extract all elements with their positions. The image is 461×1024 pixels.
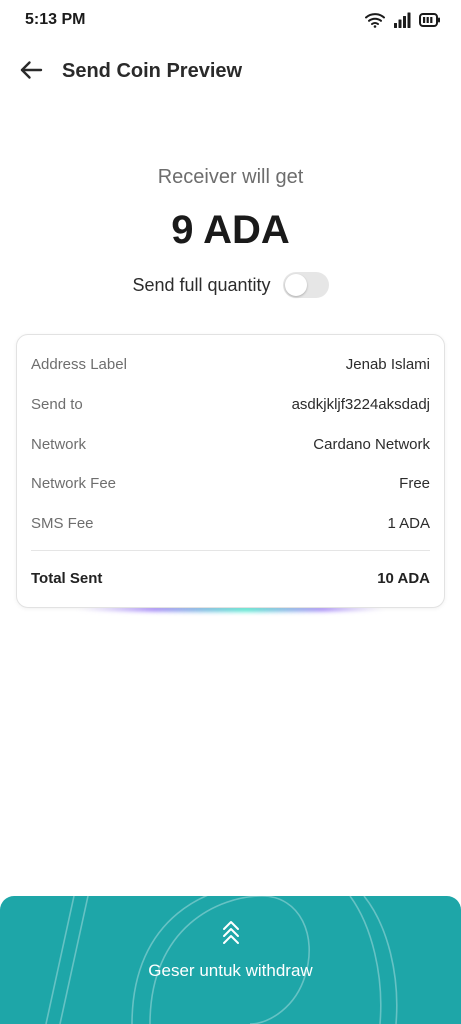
detail-label: Network [31, 435, 87, 453]
detail-row-sms-fee: SMS Fee 1 ADA [31, 504, 430, 544]
chevrons-up-icon [221, 920, 241, 953]
details-card-wrapper: Address Label Jenab Islami Send to asdkj… [16, 334, 445, 613]
total-row: Total Sent 10 ADA [31, 557, 430, 599]
details-card: Address Label Jenab Islami Send to asdkj… [16, 334, 445, 609]
detail-label: Network Fee [31, 475, 117, 493]
status-bar: 5:13 PM [0, 0, 461, 42]
detail-value: Free [399, 475, 430, 493]
wifi-icon [365, 12, 385, 28]
signal-icon [393, 12, 411, 28]
full-quantity-row: Send full quantity [0, 272, 461, 298]
full-quantity-toggle[interactable] [282, 272, 329, 298]
detail-label: SMS Fee [31, 515, 94, 533]
detail-value: 1 ADA [387, 515, 430, 533]
detail-row-network-fee: Network Fee Free [31, 464, 430, 504]
full-quantity-label: Send full quantity [132, 274, 271, 295]
swipe-to-withdraw[interactable]: Geser untuk withdraw [0, 896, 461, 1024]
detail-value: asdkjkljf3224aksdadj [291, 396, 430, 414]
detail-row-address-label: Address Label Jenab Islami [31, 345, 430, 385]
page-title: Send Coin Preview [62, 60, 243, 82]
total-label: Total Sent [31, 569, 103, 587]
detail-label: Send to [31, 396, 83, 414]
divider [31, 550, 430, 552]
status-time: 5:13 PM [25, 11, 86, 28]
app-bar: Send Coin Preview [0, 50, 461, 94]
total-value: 10 ADA [377, 569, 430, 587]
status-icons [365, 12, 441, 28]
background-decoration [45, 896, 398, 1024]
back-button[interactable] [14, 56, 48, 88]
battery-icon [419, 12, 441, 28]
detail-value: Jenab Islami [345, 356, 430, 374]
arrow-left-icon [19, 60, 43, 85]
toggle-knob [284, 274, 307, 296]
detail-row-network: Network Cardano Network [31, 424, 430, 464]
swipe-label: Geser untuk withdraw [148, 961, 313, 980]
receive-amount: 9 ADA [171, 208, 290, 252]
detail-row-send-to: Send to asdkjkljf3224aksdadj [31, 385, 430, 425]
detail-value: Cardano Network [313, 435, 430, 453]
receiver-label: Receiver will get [157, 166, 304, 188]
detail-label: Address Label [31, 356, 127, 374]
